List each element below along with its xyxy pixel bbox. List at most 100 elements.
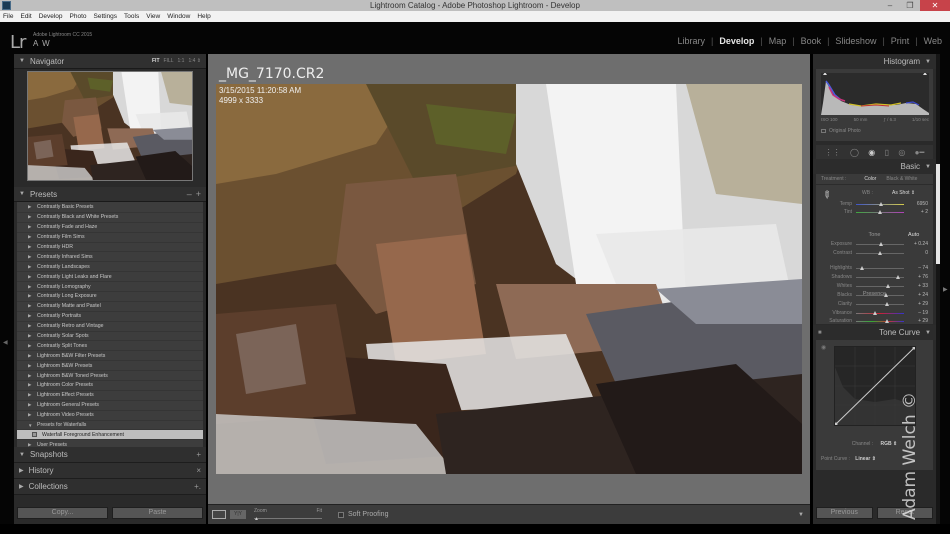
targeted-adjustment-icon[interactable]: ◉ (821, 344, 826, 351)
menu-file[interactable]: File (0, 11, 17, 22)
wb-dropdown[interactable]: As Shot ⇕ (892, 190, 915, 196)
slider-value[interactable]: – 74 (904, 265, 928, 271)
adjustment-brush-icon[interactable]: ●━ (915, 148, 925, 157)
snapshots-header[interactable]: ▼ Snapshots + (14, 447, 206, 463)
module-print[interactable]: Print (891, 36, 910, 46)
left-panel-edge[interactable]: ◀ (0, 54, 14, 524)
minimize-button[interactable]: – (880, 0, 900, 11)
slider-track[interactable] (856, 283, 904, 288)
slider-track[interactable] (856, 201, 904, 206)
menu-photo[interactable]: Photo (67, 11, 91, 22)
module-develop[interactable]: Develop (719, 36, 754, 46)
preset-folder[interactable]: ▶ Lightroom B&W Filter Presets (17, 351, 203, 362)
histogram-header[interactable]: Histogram ▼ (813, 54, 936, 69)
slider-knob[interactable] (878, 201, 883, 206)
presets-header[interactable]: ▼ Presets – + (14, 187, 206, 202)
zoom-fit[interactable]: FIT (152, 58, 160, 64)
preset-folder[interactable]: ▶ Contrastly Split Tones (17, 341, 203, 352)
slider-knob[interactable] (878, 250, 882, 255)
slider-track[interactable] (856, 241, 904, 246)
menu-settings[interactable]: Settings (91, 11, 122, 22)
preset-folder[interactable]: ▶ Contrastly Fade and Haze (17, 223, 203, 233)
slider-track[interactable] (856, 209, 904, 214)
tone-curve-header[interactable]: ■ Tone Curve ▼ (813, 325, 936, 340)
slider-knob[interactable] (860, 265, 865, 270)
slider-value[interactable]: + 76 (904, 274, 928, 280)
zoom-1-1[interactable]: 1:1 (178, 58, 185, 64)
slider-knob[interactable] (885, 283, 890, 288)
preset-folder[interactable]: ▶ Lightroom B&W Toned Presets (17, 371, 203, 382)
zoom-1-4[interactable]: 1:4 ⇕ (188, 58, 201, 64)
preset-folder[interactable]: ▶ Contrastly HDR (17, 243, 203, 253)
collapse-left-arrow-icon[interactable]: ◀ (3, 339, 8, 346)
slider-value[interactable]: + 24 (904, 292, 928, 298)
maximize-button[interactable]: ❐ (900, 0, 920, 11)
slider-knob[interactable] (878, 209, 883, 214)
treatment-bw-button[interactable]: Black & White (886, 176, 917, 182)
module-library[interactable]: Library (677, 36, 705, 46)
zoom-slider[interactable]: Zoom Fit ▲ (252, 508, 332, 522)
zoom-fill[interactable]: FILL (164, 58, 174, 64)
zoom-thumb[interactable]: ▲ (254, 516, 259, 522)
module-book[interactable]: Book (801, 36, 822, 46)
slider-knob[interactable] (884, 301, 889, 306)
slider-value[interactable]: + 29 (904, 301, 928, 307)
preset-folder[interactable]: ▶ Contrastly Film Sims (17, 233, 203, 243)
menu-help[interactable]: Help (194, 11, 214, 22)
preset-folder[interactable]: ▶ Lightroom Color Presets (17, 381, 203, 391)
remove-preset-button[interactable]: – (187, 189, 192, 199)
slider-track[interactable] (856, 318, 904, 323)
paste-button[interactable]: Paste (112, 507, 203, 519)
preset-folder[interactable]: ▶ Contrastly Infrared Sims (17, 252, 203, 263)
slider-value[interactable]: + 2 (904, 209, 928, 215)
slider-knob[interactable] (896, 274, 901, 279)
point-curve-dropdown[interactable]: Linear ⇕ (855, 456, 876, 462)
preset-folder[interactable]: ▶ Contrastly Basic Presets (17, 203, 203, 213)
slider-value[interactable]: – 19 (904, 310, 928, 316)
preset-folder[interactable]: ▶ Lightroom B&W Presets (17, 361, 203, 372)
menu-edit[interactable]: Edit (17, 11, 35, 22)
preset-folder[interactable]: ▶ Lightroom Video Presets (17, 411, 203, 421)
preset-item-selected[interactable]: Waterfall Foreground Enhancement (17, 430, 203, 441)
right-panel-edge[interactable]: ▶ (940, 54, 950, 524)
tone-curve-target-icon[interactable]: ■ (818, 330, 822, 336)
add-preset-button[interactable]: + (196, 189, 201, 199)
original-photo-toggle[interactable]: Original Photo (821, 128, 861, 134)
menu-window[interactable]: Window (164, 11, 194, 22)
slider-value[interactable]: + 29 (904, 318, 928, 324)
slider-track[interactable] (856, 310, 904, 315)
add-snapshot-button[interactable]: + (196, 450, 201, 459)
preset-folder[interactable]: ▶ Contrastly Lomography (17, 282, 203, 293)
navigator-header[interactable]: ▼ Navigator FIT FILL 1:1 1:4 ⇕ (14, 54, 206, 69)
clear-history-button[interactable]: × (196, 466, 201, 475)
add-collection-button[interactable]: +. (194, 482, 201, 491)
copy-button[interactable]: Copy... (17, 507, 108, 519)
previous-button[interactable]: Previous (816, 507, 873, 519)
crop-tool-icon[interactable]: ⋮⋮ (825, 148, 841, 157)
slider-knob[interactable] (883, 292, 888, 297)
slider-value[interactable]: 6950 (904, 201, 928, 207)
channel-dropdown[interactable]: RGB ⇕ (881, 441, 898, 447)
slider-track[interactable] (856, 265, 904, 270)
zoom-track[interactable] (254, 517, 322, 519)
preset-folder[interactable]: ▶ Lightroom Effect Presets (17, 391, 203, 401)
menu-view[interactable]: View (143, 11, 164, 22)
menu-develop[interactable]: Develop (36, 11, 67, 22)
loupe-view-button[interactable] (212, 510, 226, 519)
spot-removal-icon[interactable]: ◯ (850, 148, 859, 157)
history-header[interactable]: ▶ History × (14, 463, 206, 479)
preset-folder[interactable]: ▶ Contrastly Solar Spots (17, 332, 203, 342)
soft-proofing-checkbox[interactable] (338, 511, 344, 518)
before-after-button[interactable]: Y|Y (230, 510, 246, 519)
treatment-color-button[interactable]: Color (864, 176, 876, 182)
preset-folder[interactable]: ▶ Contrastly Landscapes (17, 262, 203, 273)
main-photo[interactable]: 3/15/2015 11:20:58 AM 4999 x 3333 (216, 84, 802, 474)
navigator-preview[interactable] (27, 71, 193, 181)
preset-folder[interactable]: ▶ Contrastly Retro and Vintage (17, 322, 203, 332)
radial-filter-icon[interactable]: ◎ (898, 148, 905, 157)
slider-knob[interactable] (873, 310, 878, 315)
module-web[interactable]: Web (924, 36, 942, 46)
slider-track[interactable] (856, 250, 904, 255)
menu-tools[interactable]: Tools (121, 11, 143, 22)
preset-folder-expanded[interactable]: ▼ Presets for Waterfalls (17, 421, 203, 431)
